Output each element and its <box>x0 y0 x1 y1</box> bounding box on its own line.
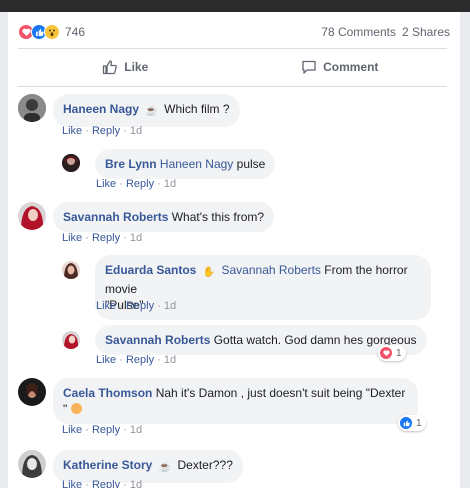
comment-author[interactable]: Haneen Nagy <box>63 102 139 116</box>
reply-link[interactable]: Reply <box>92 232 120 244</box>
reply-link[interactable]: Reply <box>92 479 120 488</box>
shares-count[interactable]: 2 Shares <box>402 25 450 39</box>
timestamp[interactable]: 1d <box>130 232 142 244</box>
comment-text-continued: " <box>63 402 68 416</box>
timestamp[interactable]: 1d <box>164 300 176 312</box>
comment-meta: Like · Reply · 1d <box>96 300 177 312</box>
comment-author[interactable]: Eduarda Santos <box>105 263 196 277</box>
comment-text: What's this from? <box>171 210 265 224</box>
reply-link[interactable]: Reply <box>126 300 154 312</box>
comment-meta: Like · Reply · 1d <box>96 178 177 190</box>
comment-reaction-badge[interactable]: 1 <box>378 345 406 361</box>
avatar[interactable] <box>62 331 80 349</box>
comment-author[interactable]: Savannah Roberts <box>63 210 168 224</box>
grinning-emoji-icon <box>70 403 82 414</box>
timestamp[interactable]: 1d <box>130 479 142 488</box>
like-link[interactable]: Like <box>96 300 116 312</box>
reply-comment: Bre Lynn Haneen Nagy pulse <box>62 149 276 179</box>
comment-reaction-badge[interactable]: 1 <box>398 415 426 431</box>
like-button-label: Like <box>124 60 149 74</box>
like-link[interactable]: Like <box>62 479 82 488</box>
timestamp[interactable]: 1d <box>130 424 142 436</box>
comment-bubble: Caela Thomson Nah it's Damon , just does… <box>53 378 418 424</box>
coffee-icon: ☕ <box>145 106 158 117</box>
comments-count[interactable]: 78 Comments <box>321 25 396 39</box>
comment-meta: Like · Reply · 1d <box>62 232 143 244</box>
mention-link[interactable]: Haneen Nagy <box>160 157 233 171</box>
reaction-summary: 746 78 Comments 2 Shares <box>18 22 450 42</box>
comment-bubble: Bre Lynn Haneen Nagy pulse <box>95 149 276 179</box>
post-action-bar: Like Comment <box>18 53 447 81</box>
like-link[interactable]: Like <box>96 178 116 190</box>
reaction-icons[interactable] <box>18 24 60 40</box>
comment-icon <box>302 60 316 74</box>
timestamp[interactable]: 1d <box>130 125 142 137</box>
comment-text: Dexter??? <box>177 458 233 472</box>
avatar[interactable] <box>18 450 46 478</box>
avatar[interactable] <box>62 261 80 279</box>
comment-meta: Like · Reply · 1d <box>96 354 177 366</box>
reaction-count[interactable]: 746 <box>65 25 85 39</box>
comment: Haneen Nagy ☕ Which film ? <box>18 94 240 127</box>
reply-link[interactable]: Reply <box>92 424 120 436</box>
reaction-count: 1 <box>396 347 402 359</box>
comment-text: Nah it's Damon , just doesn't suit being… <box>155 386 406 400</box>
comment: Savannah Roberts What's this from? <box>18 202 275 232</box>
like-icon <box>400 417 412 429</box>
like-link[interactable]: Like <box>62 232 82 244</box>
comment-text: pulse <box>236 157 266 171</box>
comment-text: Which film ? <box>164 102 230 116</box>
post-media-edge <box>0 0 470 12</box>
timestamp[interactable]: 1d <box>164 178 176 190</box>
comment-meta: Like · Reply · 1d <box>62 424 143 436</box>
comment: Caela Thomson Nah it's Damon , just does… <box>18 378 418 424</box>
comment-bubble: Savannah Roberts Gotta watch. God damn h… <box>95 325 427 355</box>
avatar[interactable] <box>18 378 46 406</box>
comment-button[interactable]: Comment <box>233 53 448 81</box>
timestamp[interactable]: 1d <box>164 354 176 366</box>
mention-link[interactable]: Savannah Roberts <box>222 263 321 277</box>
avatar[interactable] <box>18 94 46 122</box>
wow-icon <box>44 24 60 40</box>
reaction-count: 1 <box>416 417 422 429</box>
page-background-left <box>0 12 8 488</box>
reply-comment: Savannah Roberts Gotta watch. God damn h… <box>62 325 427 355</box>
coffee-icon: ☕ <box>158 462 172 473</box>
comment-button-label: Comment <box>323 60 379 74</box>
reply-link[interactable]: Reply <box>92 125 120 137</box>
hand-icon: ✋ <box>202 267 216 278</box>
comment-meta: Like · Reply · 1d <box>62 479 142 488</box>
reply-link[interactable]: Reply <box>126 178 154 190</box>
like-link[interactable]: Like <box>62 424 82 436</box>
comment-meta: Like · Reply · 1d <box>62 125 143 137</box>
reply-link[interactable]: Reply <box>126 354 154 366</box>
comment-bubble: Haneen Nagy ☕ Which film ? <box>53 94 240 127</box>
divider <box>18 86 447 87</box>
like-link[interactable]: Like <box>96 354 116 366</box>
page-background-right <box>460 12 470 488</box>
comment-author[interactable]: Savannah Roberts <box>105 333 210 347</box>
comment-bubble: Savannah Roberts What's this from? <box>53 202 275 232</box>
love-icon <box>380 347 392 359</box>
thumbs-up-icon <box>103 60 118 75</box>
like-link[interactable]: Like <box>62 125 82 137</box>
avatar[interactable] <box>62 154 80 172</box>
comment-author[interactable]: Caela Thomson <box>63 386 152 400</box>
divider <box>18 48 447 49</box>
avatar[interactable] <box>18 202 46 230</box>
comment-author[interactable]: Bre Lynn <box>105 157 157 171</box>
comment-author[interactable]: Katherine Story <box>63 458 152 472</box>
like-button[interactable]: Like <box>18 53 233 81</box>
